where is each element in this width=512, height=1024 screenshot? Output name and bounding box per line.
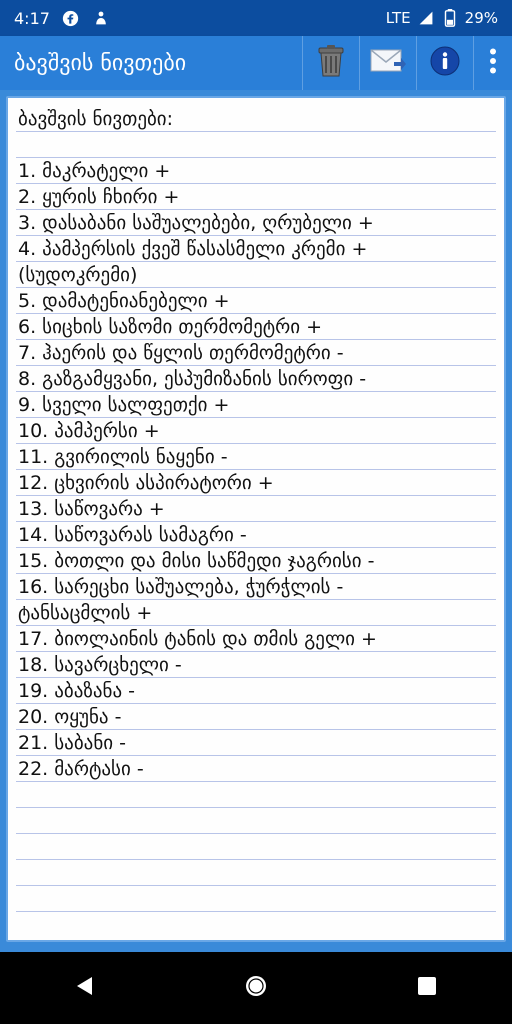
note-line: 22. მარტასი - (18, 758, 144, 780)
facebook-icon (62, 9, 80, 27)
note-line: 7. ჰაერის და წყლის თერმომეტრი - (18, 342, 344, 364)
note-line: 21. საბანი - (18, 732, 126, 754)
trash-icon (316, 44, 346, 82)
recents-square-icon (417, 976, 437, 1000)
note-line: 3. დასაბანი საშუალებები, ღრუბელი + (18, 212, 374, 234)
note-line: 8. გაზგამყვანი, ესპუმიზანის სიროფი - (18, 368, 367, 390)
signal-icon (417, 9, 435, 27)
note-editor[interactable]: ბავშვის ნივთები: 1. მაკრატელი + 2. ყურის ჩ… (6, 96, 506, 942)
app-title: ბავშვის ნივთები (14, 50, 187, 76)
note-line: 4. პამპერსის ქვეშ წასასმელი კრემი + (18, 238, 368, 260)
note-line: 20. ოყუნა - (18, 706, 122, 728)
note-line: ბავშვის ნივთები: (18, 108, 174, 130)
note-line: 16. სარეცხი საშუალება, ჭურჭლის - (18, 576, 344, 598)
note-line: 12. ცხვირის ასპირატორი + (18, 472, 274, 494)
note-line: ტანსაცმლის + (18, 602, 153, 624)
status-bar: 4:17 LTE 29% (0, 0, 512, 36)
note-line (18, 132, 494, 158)
home-button[interactable] (226, 958, 286, 1018)
info-icon (430, 46, 460, 80)
note-line: 2. ყურის ჩხირი + (18, 186, 180, 208)
note-line: 1. მაკრატელი + (18, 160, 171, 182)
note-line: 18. სავარცხელი - (18, 654, 182, 676)
note-line: 14. საწოვარას სამაგრი - (18, 524, 247, 546)
note-line: 5. დამატენიანებელი + (18, 290, 230, 312)
back-button[interactable] (55, 958, 115, 1018)
note-line: 19. აბაზანა - (18, 680, 136, 702)
note-line: 6. სიცხის საზომი თერმომეტრი + (18, 316, 323, 338)
home-circle-icon (244, 974, 268, 1002)
info-button[interactable] (416, 36, 473, 90)
notification-figure-icon (92, 9, 110, 27)
delete-button[interactable] (302, 36, 359, 90)
note-line: (სუდოკრემი) (18, 264, 138, 286)
status-time: 4:17 (14, 8, 50, 28)
recents-button[interactable] (397, 958, 457, 1018)
note-line: 15. ბოთლი და მისი საწმედი ჯაგრისი - (18, 550, 375, 572)
battery-icon (441, 9, 459, 27)
mail-icon (370, 47, 406, 79)
overflow-menu-icon (489, 48, 497, 78)
note-line: 10. პამპერსი + (18, 420, 160, 442)
overflow-menu-button[interactable] (473, 36, 512, 90)
navigation-bar (0, 952, 512, 1024)
battery-level: 29% (464, 9, 498, 27)
note-line: 17. ბიოლაინის ტანის და თმის გელი + (18, 628, 377, 650)
note-line: 11. გვირილის ნაყენი - (18, 446, 228, 468)
note-line: 13. საწოვარა + (18, 498, 165, 520)
note-line: 9. სველი სალფეთქი + (18, 394, 230, 416)
app-bar: ბავშვის ნივთები (0, 36, 512, 90)
email-button[interactable] (359, 36, 416, 90)
back-triangle-icon (74, 975, 96, 1001)
note-text[interactable]: ბავშვის ნივთები: 1. მაკრატელი + 2. ყურის ჩ… (18, 106, 494, 782)
network-type: LTE (385, 9, 411, 27)
